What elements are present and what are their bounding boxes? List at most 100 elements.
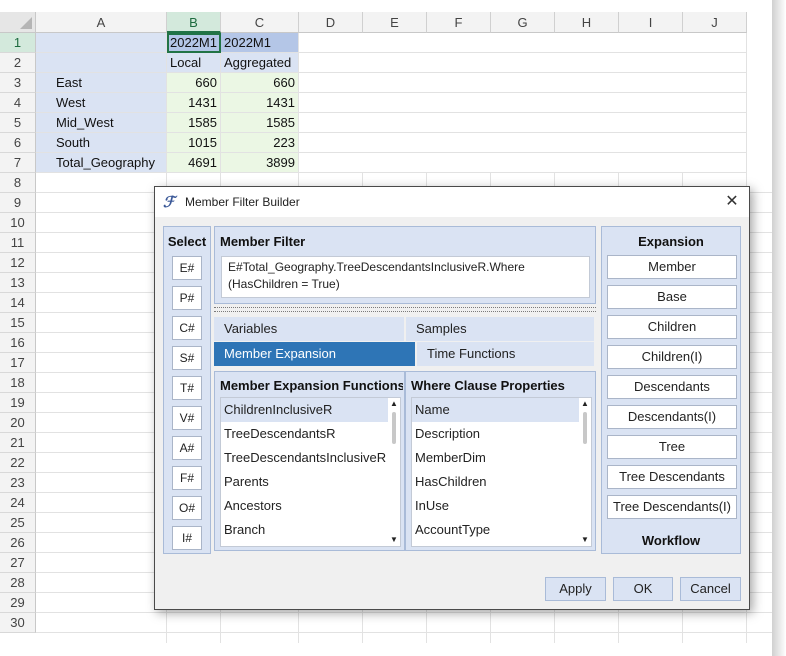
row-header[interactable]: 23	[0, 473, 36, 493]
row-header[interactable]: 24	[0, 493, 36, 513]
column-header-c[interactable]: C	[221, 12, 299, 33]
cell-b6[interactable]: 1015	[167, 133, 221, 153]
row-header[interactable]: 16	[0, 333, 36, 353]
expansion-tree-descendants-inclusive-button[interactable]: Tree Descendants(I)	[607, 495, 737, 519]
scroll-thumb[interactable]	[583, 412, 587, 444]
empty-cells[interactable]	[299, 73, 747, 93]
list-item[interactable]: MemberDim	[412, 446, 581, 470]
column-header-j[interactable]: J	[683, 12, 747, 33]
expansion-member-button[interactable]: Member	[607, 255, 737, 279]
scroll-thumb[interactable]	[392, 412, 396, 444]
row-header[interactable]: 9	[0, 193, 36, 213]
empty-cells[interactable]	[299, 53, 747, 73]
cell-c1[interactable]: 2022M1	[221, 33, 299, 53]
where-scrollbar[interactable]: ▲ ▼	[579, 398, 591, 546]
row-header[interactable]: 11	[0, 233, 36, 253]
row-header[interactable]: 10	[0, 213, 36, 233]
list-item[interactable]: HasChildren	[412, 470, 581, 494]
list-item[interactable]: AccountType	[412, 518, 581, 542]
where-clause-properties-list[interactable]: Name Description MemberDim HasChildren I…	[411, 397, 592, 547]
cell-b3[interactable]: 660	[167, 73, 221, 93]
row-header[interactable]: 5	[0, 113, 36, 133]
cell-c2[interactable]: Aggregated	[221, 53, 299, 73]
column-header-h[interactable]: H	[555, 12, 619, 33]
member-expansion-functions-list[interactable]: ChildrenInclusiveR TreeDescendantsR Tree…	[220, 397, 401, 547]
tab-samples[interactable]: Samples	[406, 317, 594, 341]
row-header[interactable]: 30	[0, 613, 36, 633]
select-time-button[interactable]: T#	[172, 376, 202, 400]
ok-button[interactable]: OK	[613, 577, 673, 601]
expansion-base-button[interactable]: Base	[607, 285, 737, 309]
cell-b1[interactable]: 2022M1	[167, 33, 221, 53]
select-entity-button[interactable]: E#	[172, 256, 202, 280]
expansion-children-button[interactable]: Children	[607, 315, 737, 339]
cancel-button[interactable]: Cancel	[680, 577, 741, 601]
row-header[interactable]: 3	[0, 73, 36, 93]
panel-splitter[interactable]	[214, 307, 596, 312]
cell-c3[interactable]: 660	[221, 73, 299, 93]
close-button[interactable]: ✕	[721, 192, 743, 212]
cell-b7[interactable]: 4691	[167, 153, 221, 173]
tab-member-expansion[interactable]: Member Expansion	[214, 342, 415, 366]
list-item[interactable]: ChildrenInclusiveR	[221, 398, 390, 422]
expansion-children-inclusive-button[interactable]: Children(I)	[607, 345, 737, 369]
expansion-descendants-button[interactable]: Descendants	[607, 375, 737, 399]
cell-a7[interactable]: Total_Geography	[36, 153, 167, 173]
cell-a6[interactable]: South	[36, 133, 167, 153]
scroll-down-icon[interactable]: ▼	[579, 534, 591, 546]
tab-time-functions[interactable]: Time Functions	[417, 342, 594, 366]
list-item[interactable]: TreeDescendantsInclusiveR	[221, 446, 390, 470]
row-header[interactable]: 17	[0, 353, 36, 373]
cell-a3[interactable]: East	[36, 73, 167, 93]
cell-a2[interactable]	[36, 53, 167, 73]
row-header[interactable]: 15	[0, 313, 36, 333]
row-header[interactable]: 22	[0, 453, 36, 473]
list-item[interactable]: Ancestors	[221, 494, 390, 518]
cell-c7[interactable]: 3899	[221, 153, 299, 173]
apply-button[interactable]: Apply	[545, 577, 606, 601]
row-header[interactable]: 26	[0, 533, 36, 553]
empty-cells[interactable]	[299, 133, 747, 153]
select-parent-button[interactable]: P#	[172, 286, 202, 310]
cell-a5[interactable]: Mid_West	[36, 113, 167, 133]
select-all-corner[interactable]	[0, 12, 36, 33]
dialog-titlebar[interactable]: ℱ Member Filter Builder ✕	[155, 187, 749, 217]
row-header[interactable]: 18	[0, 373, 36, 393]
list-item[interactable]: TreeDescendantsR	[221, 422, 390, 446]
select-flow-button[interactable]: F#	[172, 466, 202, 490]
functions-scrollbar[interactable]: ▲ ▼	[388, 398, 400, 546]
cell-c4[interactable]: 1431	[221, 93, 299, 113]
cell-b5[interactable]: 1585	[167, 113, 221, 133]
member-filter-textbox[interactable]: E#Total_Geography.TreeDescendantsInclusi…	[221, 256, 590, 298]
expansion-tree-descendants-button[interactable]: Tree Descendants	[607, 465, 737, 489]
cell-a1[interactable]	[36, 33, 167, 53]
row-header[interactable]: 21	[0, 433, 36, 453]
list-item[interactable]: InUse	[412, 494, 581, 518]
list-item[interactable]: Description	[412, 422, 581, 446]
select-scenario-button[interactable]: S#	[172, 346, 202, 370]
row-header[interactable]: 12	[0, 253, 36, 273]
empty-cells[interactable]	[299, 153, 747, 173]
list-item[interactable]: Name	[412, 398, 581, 422]
column-header-e[interactable]: E	[363, 12, 427, 33]
row-header[interactable]: 6	[0, 133, 36, 153]
row-header[interactable]: 27	[0, 553, 36, 573]
empty-cells[interactable]	[299, 93, 747, 113]
row-header[interactable]: 25	[0, 513, 36, 533]
scroll-up-icon[interactable]: ▲	[579, 398, 591, 410]
column-header-g[interactable]: G	[491, 12, 555, 33]
empty-cells[interactable]	[299, 33, 747, 53]
expansion-tree-button[interactable]: Tree	[607, 435, 737, 459]
row-header[interactable]: 4	[0, 93, 36, 113]
expansion-descendants-inclusive-button[interactable]: Descendants(I)	[607, 405, 737, 429]
select-view-button[interactable]: V#	[172, 406, 202, 430]
row-header[interactable]: 8	[0, 173, 36, 193]
scroll-down-icon[interactable]: ▼	[388, 534, 400, 546]
select-origin-button[interactable]: O#	[172, 496, 202, 520]
tab-variables[interactable]: Variables	[214, 317, 404, 341]
select-account-button[interactable]: A#	[172, 436, 202, 460]
column-header-f[interactable]: F	[427, 12, 491, 33]
row-header[interactable]: 14	[0, 293, 36, 313]
row-header[interactable]: 13	[0, 273, 36, 293]
row-header[interactable]: 28	[0, 573, 36, 593]
